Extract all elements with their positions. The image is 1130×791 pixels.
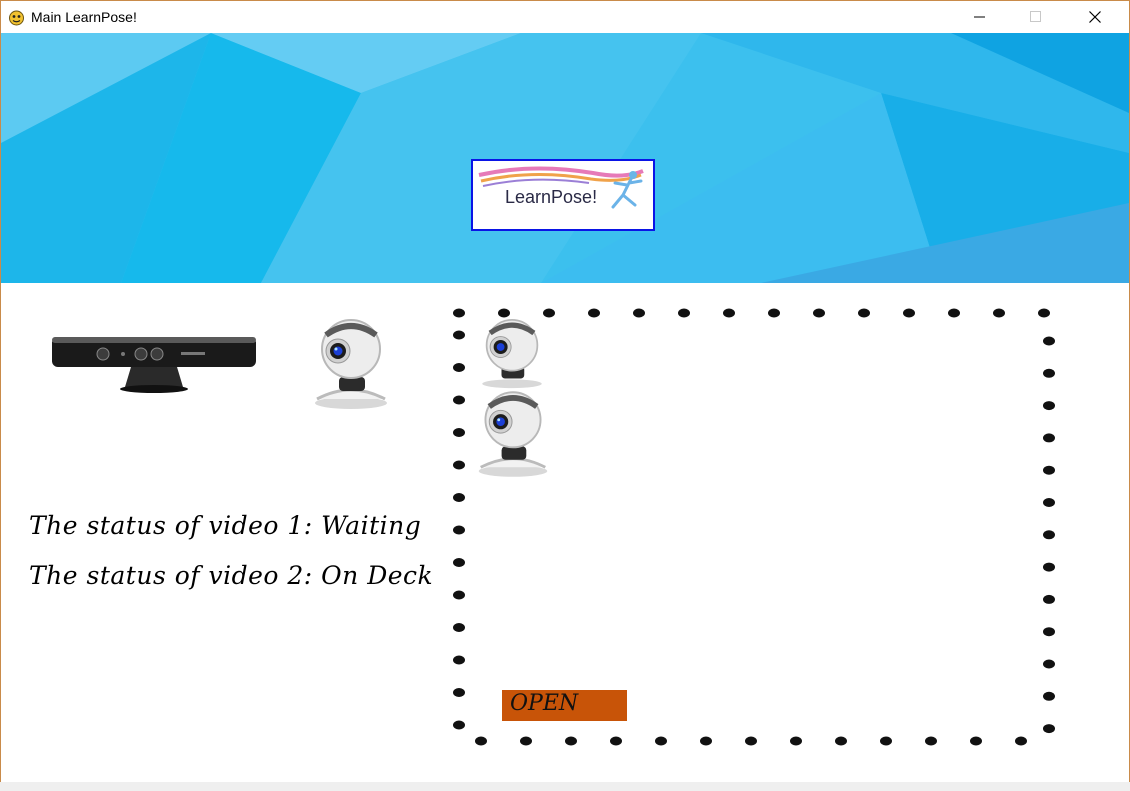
border-dot <box>1043 530 1055 540</box>
border-dot <box>745 736 757 746</box>
border-dot <box>768 308 780 318</box>
window-title: Main LearnPose! <box>31 9 137 25</box>
learnpose-logo: LearnPose! <box>471 159 655 231</box>
border-dot <box>678 308 690 318</box>
webcam-icon[interactable] <box>475 319 549 389</box>
border-dot <box>498 308 510 318</box>
border-dot <box>453 720 465 730</box>
maximize-icon <box>1030 11 1041 22</box>
border-dot <box>453 330 465 340</box>
video2-status: The status of video 2: On Deck <box>29 561 434 590</box>
border-dot <box>453 493 465 502</box>
kinect-sensor-icon[interactable] <box>51 335 257 393</box>
border-dot <box>1043 336 1055 346</box>
header-banner: LearnPose! <box>1 33 1129 283</box>
minimize-icon <box>974 16 985 18</box>
border-dot <box>1043 627 1055 637</box>
border-dot <box>880 736 892 746</box>
border-dot <box>453 363 465 372</box>
border-dot <box>453 623 465 632</box>
border-dot <box>1043 691 1055 701</box>
webcam-icon[interactable] <box>475 389 551 481</box>
border-dot <box>453 655 465 665</box>
open-button[interactable]: OPEN <box>502 690 627 721</box>
title-bar[interactable]: Main LearnPose! <box>1 1 1129 33</box>
border-dot <box>970 736 982 746</box>
border-dot <box>1043 659 1055 669</box>
border-dot <box>453 460 465 470</box>
border-dot <box>453 590 465 600</box>
border-dot <box>1015 736 1027 746</box>
border-dot <box>1043 465 1055 475</box>
border-dot <box>588 308 600 318</box>
border-dot <box>835 736 847 746</box>
border-dot <box>655 736 667 746</box>
border-dot <box>1043 562 1055 572</box>
border-dot <box>610 736 622 746</box>
maximize-button[interactable] <box>1008 1 1066 33</box>
logo-text: LearnPose! <box>505 187 598 207</box>
border-dot <box>1038 308 1050 318</box>
close-button[interactable] <box>1067 1 1125 33</box>
minimize-button[interactable] <box>952 1 1010 33</box>
border-dot <box>1043 724 1055 734</box>
border-dot <box>858 308 870 318</box>
border-dot <box>565 736 577 746</box>
border-dot <box>813 308 825 318</box>
main-window: Main LearnPose! LearnPose! The status of… <box>0 0 1130 783</box>
border-dot <box>903 308 915 318</box>
border-dot <box>475 736 487 746</box>
border-dot <box>543 308 555 318</box>
border-dot <box>453 525 465 535</box>
open-button-label: OPEN <box>510 691 579 716</box>
border-dot <box>1043 368 1055 378</box>
border-dot <box>453 395 465 405</box>
close-icon <box>1089 11 1101 23</box>
border-dot <box>1043 433 1055 443</box>
border-dot <box>790 736 802 746</box>
border-dot <box>453 688 465 697</box>
banner-background <box>1 33 1129 283</box>
app-icon <box>9 10 24 26</box>
border-dot <box>453 428 465 437</box>
border-dot <box>1043 498 1055 507</box>
border-dot <box>700 736 712 746</box>
video1-status: The status of video 1: Waiting <box>29 511 422 540</box>
border-dot <box>453 558 465 567</box>
border-dot <box>1043 594 1055 604</box>
border-dot <box>948 308 960 318</box>
border-dot <box>1043 401 1055 411</box>
border-dot <box>633 308 645 318</box>
border-dot <box>723 308 735 318</box>
border-dot <box>925 736 937 746</box>
border-dot <box>520 736 532 746</box>
background-strip <box>0 782 1130 791</box>
webcam-icon[interactable] <box>311 319 391 411</box>
border-dot <box>993 308 1005 318</box>
border-dot <box>453 308 465 318</box>
